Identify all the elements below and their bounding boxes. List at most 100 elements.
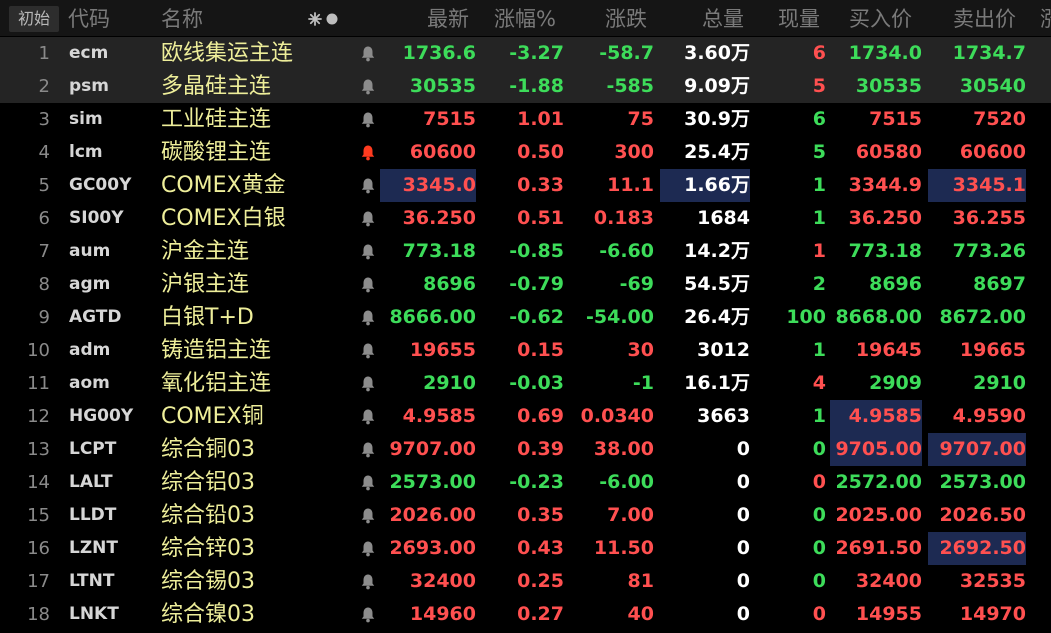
symbol-code: LNKT — [69, 604, 119, 624]
bid-price: 36.250 — [848, 207, 922, 229]
change-amount: -54.00 — [586, 306, 654, 328]
alert-bell-icon[interactable] — [360, 309, 376, 326]
table-row[interactable]: 8 agm 沪银主连 8696 -0.79 -69 54.5万 2 8696 8697 — [0, 268, 1051, 301]
symbol-name: 综合镍03 — [161, 602, 255, 627]
symbol-name: 沪金主连 — [161, 239, 250, 264]
alert-bell-icon[interactable] — [360, 606, 376, 623]
ask-price: 8697 — [973, 273, 1026, 295]
table-row[interactable]: 3 sim 工业硅主连 7515 1.01 75 30.9万 6 7515 7520 — [0, 103, 1051, 136]
table-row[interactable]: 13 LCPT 综合铜03 9707.00 0.39 38.00 0 0 9705.00 9707… — [0, 433, 1051, 466]
row-index: 13 — [27, 439, 50, 460]
last-price: 3345.0 — [380, 169, 476, 202]
ask-price: 7520 — [973, 108, 1026, 130]
last-price: 773.18 — [402, 240, 476, 262]
symbol-name: COMEX白银 — [161, 206, 286, 231]
current-volume: 0 — [812, 570, 826, 592]
table-row[interactable]: 11 aom 氧化铝主连 2910 -0.03 -1 16.1万 4 2909 2910 — [0, 367, 1051, 400]
change-percent: -0.62 — [509, 306, 564, 328]
row-index: 8 — [38, 274, 50, 295]
table-row[interactable]: 18 LNKT 综合镍03 14960 0.27 40 0 0 14955 14970 — [0, 598, 1051, 631]
column-header: 初始 代码 名称 最新 涨幅% 涨跌 总量 现量 买入价 卖出价 涨 — [0, 0, 1051, 36]
bid-price: 8668.00 — [835, 306, 922, 328]
header-cur[interactable]: 现量 — [778, 0, 820, 36]
header-last[interactable]: 最新 — [427, 0, 469, 36]
table-row[interactable]: 12 HG00Y COMEX铜 4.9585 0.69 0.0340 3663 1 4.9585… — [0, 400, 1051, 433]
table-row[interactable]: 15 LLDT 综合铅03 2026.00 0.35 7.00 0 0 2025.00 2026.… — [0, 499, 1051, 532]
symbol-name: 多晶硅主连 — [161, 74, 272, 99]
last-price: 19655 — [409, 339, 476, 361]
quote-list-screen: 初始 代码 名称 最新 涨幅% 涨跌 总量 现量 买入价 卖出价 涨 1 ecm 欧… — [0, 0, 1051, 633]
alert-bell-icon[interactable] — [360, 243, 376, 260]
alert-bell-icon[interactable] — [360, 78, 376, 95]
table-row[interactable]: 7 aum 沪金主连 773.18 -0.85 -6.60 14.2万 1 773.18 773.… — [0, 235, 1051, 268]
header-vol[interactable]: 总量 — [702, 0, 744, 36]
header-cut[interactable]: 涨 — [1040, 0, 1051, 36]
table-row[interactable]: 17 LTNT 综合锡03 32400 0.25 81 0 0 32400 32535 — [0, 565, 1051, 598]
change-percent: 0.43 — [517, 537, 564, 559]
row-index: 15 — [27, 505, 50, 526]
table-row[interactable]: 10 adm 铸造铝主连 19655 0.15 30 3012 1 19645 19665 — [0, 334, 1051, 367]
table-row[interactable]: 14 LALT 综合铝03 2573.00 -0.23 -6.00 0 0 2572.00 257… — [0, 466, 1051, 499]
change-amount: 40 — [627, 603, 654, 625]
bid-price: 9705.00 — [830, 433, 922, 466]
current-volume: 0 — [812, 438, 826, 460]
table-row[interactable]: 9 AGTD 白银T+D 8666.00 -0.62 -54.00 26.4万 100 8668… — [0, 301, 1051, 334]
table-row[interactable]: 5 GC00Y COMEX黄金 3345.0 0.33 11.1 1.66万 1 3344.9 3… — [0, 169, 1051, 202]
current-volume: 0 — [812, 471, 826, 493]
symbol-code: lcm — [69, 142, 103, 162]
ask-price: 14970 — [959, 603, 1026, 625]
header-code[interactable]: 代码 — [68, 0, 110, 36]
alert-bell-icon[interactable] — [360, 573, 376, 590]
symbol-name: 综合锌03 — [161, 536, 255, 561]
alert-bell-icon[interactable] — [360, 276, 376, 293]
change-percent: -0.23 — [509, 471, 564, 493]
ask-price: 32535 — [959, 570, 1026, 592]
bid-price: 19645 — [855, 339, 922, 361]
total-volume: 30.9万 — [684, 108, 750, 130]
change-percent: -0.79 — [509, 273, 564, 295]
change-percent: -3.27 — [509, 42, 564, 64]
table-row[interactable]: 16 LZNT 综合锌03 2693.00 0.43 11.50 0 0 2691.50 2692… — [0, 532, 1051, 565]
ask-price: 19665 — [959, 339, 1026, 361]
change-percent: 1.01 — [517, 108, 564, 130]
bid-price: 7515 — [869, 108, 922, 130]
alert-bell-icon[interactable] — [360, 210, 376, 227]
table-row[interactable]: 4 lcm 碳酸锂主连 60600 0.50 300 25.4万 5 60580 60600 — [0, 136, 1051, 169]
symbol-name: 综合铝03 — [161, 470, 255, 495]
ask-price: 1734.7 — [952, 42, 1026, 64]
symbol-name: COMEX黄金 — [161, 173, 286, 198]
last-price: 2693.00 — [389, 537, 476, 559]
symbol-code: LALT — [69, 472, 113, 492]
header-chg[interactable]: 涨跌 — [605, 0, 647, 36]
change-percent: 0.33 — [517, 174, 564, 196]
alert-bell-icon[interactable] — [360, 474, 376, 491]
last-price: 8696 — [423, 273, 476, 295]
table-row[interactable]: 1 ecm 欧线集运主连 1736.6 -3.27 -58.7 3.60万 6 1734.0 17… — [0, 37, 1051, 70]
change-percent: 0.25 — [517, 570, 564, 592]
total-volume: 9.09万 — [684, 75, 750, 97]
alert-bell-icon[interactable] — [360, 144, 376, 161]
ask-price: 2910 — [973, 372, 1026, 394]
header-name[interactable]: 名称 — [161, 0, 203, 36]
bid-price: 30535 — [855, 75, 922, 97]
header-pct[interactable]: 涨幅% — [494, 0, 556, 36]
change-amount: -69 — [619, 273, 654, 295]
table-row[interactable]: 6 SI00Y COMEX白银 36.250 0.51 0.183 1684 1 36.250 3… — [0, 202, 1051, 235]
row-index: 12 — [27, 406, 50, 427]
current-volume: 1 — [812, 240, 826, 262]
alert-bell-icon[interactable] — [360, 342, 376, 359]
alert-bell-icon[interactable] — [360, 375, 376, 392]
sort-settings-icon[interactable] — [307, 10, 341, 28]
alert-bell-icon[interactable] — [360, 111, 376, 128]
alert-bell-icon[interactable] — [360, 441, 376, 458]
alert-bell-icon[interactable] — [360, 408, 376, 425]
header-ask[interactable]: 卖出价 — [953, 0, 1016, 36]
alert-bell-icon[interactable] — [360, 45, 376, 62]
alert-bell-icon[interactable] — [360, 177, 376, 194]
header-bid[interactable]: 买入价 — [849, 0, 912, 36]
total-volume: 0 — [736, 603, 750, 625]
home-button[interactable]: 初始 — [9, 6, 59, 32]
table-row[interactable]: 2 psm 多晶硅主连 30535 -1.88 -585 9.09万 5 30535 30540 — [0, 70, 1051, 103]
alert-bell-icon[interactable] — [360, 540, 376, 557]
alert-bell-icon[interactable] — [360, 507, 376, 524]
